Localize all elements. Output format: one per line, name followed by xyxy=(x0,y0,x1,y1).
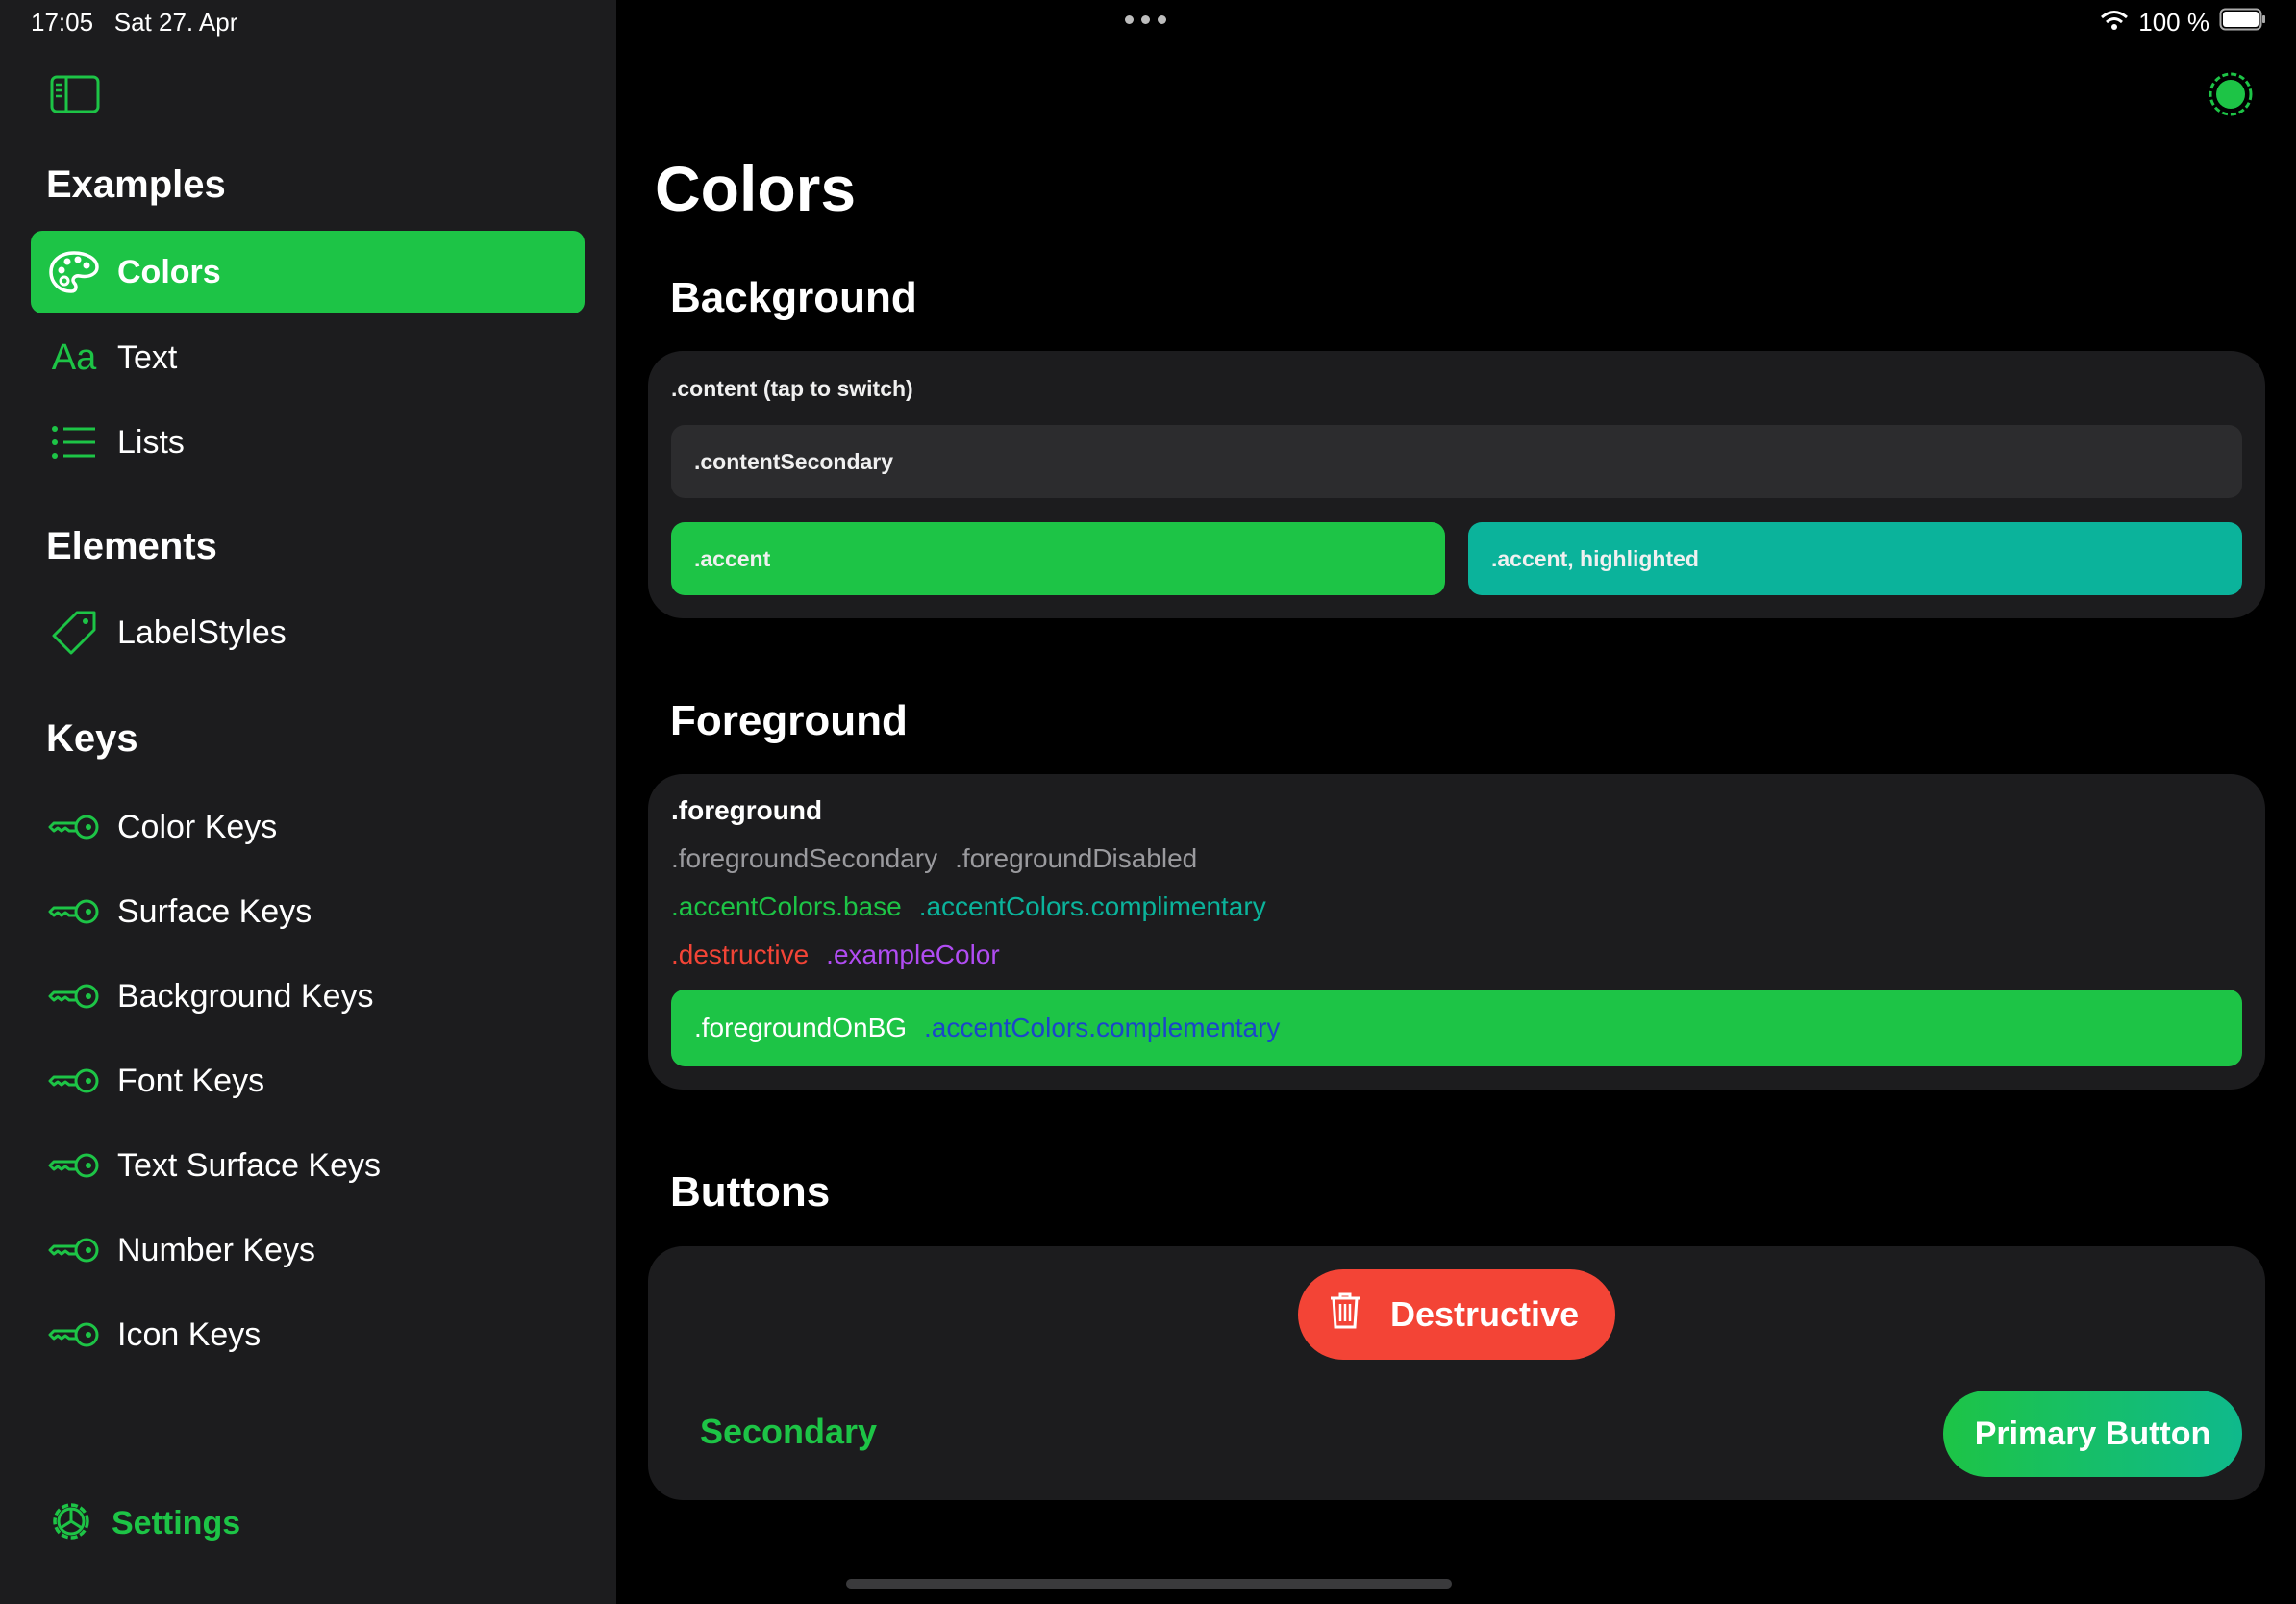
key-icon xyxy=(46,983,102,1010)
accent-highlighted-swatch: .accent, highlighted xyxy=(1468,522,2242,595)
sidebar-item-surface-keys[interactable]: Surface Keys xyxy=(31,870,585,953)
sidebar-item-text[interactable]: Aa Text xyxy=(31,316,585,399)
key-icon xyxy=(46,1067,102,1094)
key-icon xyxy=(46,898,102,925)
foreground-text: .foreground xyxy=(671,795,823,825)
sidebar-item-label: Text xyxy=(117,338,178,376)
trash-icon xyxy=(1329,1291,1361,1339)
sidebar-item-icon-keys[interactable]: Icon Keys xyxy=(31,1293,585,1376)
text-aa-icon: Aa xyxy=(51,337,97,378)
status-circle-icon[interactable] xyxy=(2208,71,2254,122)
section-title-foreground: Foreground xyxy=(670,697,908,744)
accent-colors-row: .accentColors.base .accentColors.complim… xyxy=(671,891,1266,922)
home-indicator[interactable] xyxy=(846,1579,1452,1589)
sidebar-item-label: Number Keys xyxy=(117,1231,315,1268)
status-indicators: 100 % xyxy=(2100,8,2267,38)
key-icon xyxy=(46,814,102,840)
sidebar-item-label: Lists xyxy=(117,423,185,461)
section-title-examples: Examples xyxy=(46,163,226,206)
accent-complimentary-text: .accentColors.complimentary xyxy=(918,891,1266,921)
status-time: 17:05 Sat 27. Apr xyxy=(31,8,238,37)
foreground-disabled-text: .foregroundDisabled xyxy=(955,843,1198,873)
example-color-text: .exampleColor xyxy=(826,940,1000,969)
sidebar-item-labelstyles[interactable]: LabelStyles xyxy=(31,591,585,674)
content-label: .content (tap to switch) xyxy=(671,376,913,401)
sidebar-item-label: Font Keys xyxy=(117,1062,265,1099)
multitasking-dots-icon[interactable] xyxy=(1125,15,1166,24)
secondary-button[interactable]: Secondary xyxy=(700,1412,877,1452)
key-icon xyxy=(46,1152,102,1179)
foreground-card: .foreground .foregroundSecondary .foregr… xyxy=(648,774,2265,1090)
accent-base-text: .accentColors.base xyxy=(671,891,902,921)
section-title-elements: Elements xyxy=(46,525,217,567)
sidebar-item-text-surface-keys[interactable]: Text Surface Keys xyxy=(31,1124,585,1207)
foreground-on-bg-bar: .foregroundOnBG .accentColors.complement… xyxy=(671,990,2242,1066)
destructive-text: .destructive xyxy=(671,940,810,969)
sidebar-item-label: Icon Keys xyxy=(117,1316,262,1353)
palette-icon xyxy=(46,249,102,295)
section-title-keys: Keys xyxy=(46,717,138,760)
key-icon xyxy=(46,1321,102,1348)
destructive-button[interactable]: Destructive xyxy=(1298,1269,1615,1360)
buttons-card: Destructive Secondary Primary Button xyxy=(648,1246,2265,1500)
sidebar-item-lists[interactable]: Lists xyxy=(31,401,585,484)
sidebar-item-number-keys[interactable]: Number Keys xyxy=(31,1209,585,1291)
sidebar-item-label: LabelStyles xyxy=(117,614,287,651)
page-title: Colors xyxy=(655,153,857,224)
section-title-buttons: Buttons xyxy=(670,1168,831,1216)
foreground-row: .foreground xyxy=(671,795,822,826)
sidebar-item-background-keys[interactable]: Background Keys xyxy=(31,955,585,1038)
sidebar-item-color-keys[interactable]: Color Keys xyxy=(31,786,585,868)
sidebar-item-colors[interactable]: Colors xyxy=(31,231,585,313)
key-icon xyxy=(46,1237,102,1264)
foreground-secondary-text: .foregroundSecondary xyxy=(671,843,938,873)
section-title-background: Background xyxy=(670,274,917,321)
sidebar-item-label: Text Surface Keys xyxy=(117,1146,382,1184)
sidebar-item-label: Colors xyxy=(117,253,221,290)
content-secondary-swatch: .contentSecondary xyxy=(671,425,2242,498)
sidebar-item-label: Surface Keys xyxy=(117,892,312,930)
settings-label: Settings xyxy=(112,1505,241,1541)
accent-complementary-text: .accentColors.complementary xyxy=(924,1013,1281,1042)
battery-percent: 100 % xyxy=(2138,8,2209,37)
destructive-example-row: .destructive .exampleColor xyxy=(671,940,1000,970)
accent-swatch: .accent xyxy=(671,522,1445,595)
gear-icon xyxy=(48,1498,94,1549)
destructive-button-label: Destructive xyxy=(1390,1294,1580,1334)
battery-icon xyxy=(2219,8,2267,38)
wifi-icon xyxy=(2100,8,2129,38)
background-card[interactable]: .content (tap to switch) .contentSeconda… xyxy=(648,351,2265,618)
sidebar-item-font-keys[interactable]: Font Keys xyxy=(31,1040,585,1122)
sidebar-item-label: Color Keys xyxy=(117,808,278,845)
sidebar-toggle-icon[interactable] xyxy=(50,75,100,118)
primary-button[interactable]: Primary Button xyxy=(1943,1391,2242,1477)
settings-button[interactable]: Settings xyxy=(48,1498,240,1549)
foreground-on-bg-text: .foregroundOnBG xyxy=(694,1013,908,1042)
sidebar-item-label: Background Keys xyxy=(117,977,374,1015)
list-bullet-icon xyxy=(46,425,102,460)
tag-icon xyxy=(46,609,102,657)
foreground-secondary-row: .foregroundSecondary .foregroundDisabled xyxy=(671,843,1197,874)
sidebar: Examples Colors Aa Text Lists Elements L… xyxy=(0,0,616,1604)
